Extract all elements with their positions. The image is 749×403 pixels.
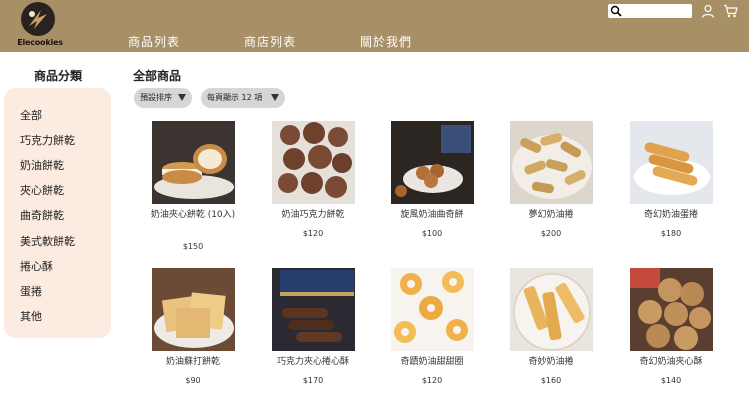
nav-product-list[interactable]: 商品列表 [128, 33, 180, 50]
search-box[interactable] [608, 4, 692, 18]
per-page-select[interactable]: 每頁顯示 12 項 [201, 88, 285, 108]
top-header: Elecookies 商品列表 商店列表 關於我們 [0, 0, 749, 52]
product-price: $140 [660, 376, 682, 385]
product-image[interactable] [152, 268, 235, 351]
product-image[interactable] [391, 268, 474, 351]
category-butter-cookies[interactable]: 奶油餅乾 [20, 157, 64, 173]
product-name[interactable]: 奇幻奶油蛋捲 [611, 209, 731, 222]
nav-store-list[interactable]: 商店列表 [244, 33, 296, 50]
product-name[interactable]: 奶油夾心餅乾 (10入) [133, 209, 253, 222]
product-price: $160 [540, 376, 562, 385]
product-name[interactable]: 奶油巧克力餅乾 [253, 209, 373, 222]
user-icon[interactable] [701, 4, 715, 18]
category-soft-cookies[interactable]: 美式軟餅乾 [20, 233, 75, 249]
product-image[interactable] [272, 121, 355, 204]
cart-icon[interactable] [723, 4, 738, 18]
product-card[interactable]: 奶油巧克力餅乾 $120 [253, 121, 363, 261]
category-egg-rolls[interactable]: 蛋捲 [20, 283, 42, 299]
product-card[interactable]: 奇蹟奶油甜甜圈 $120 [372, 268, 482, 403]
product-image[interactable] [510, 121, 593, 204]
product-name[interactable]: 奇幻奶油夾心酥 [611, 356, 731, 369]
product-image[interactable] [391, 121, 474, 204]
product-price: $100 [421, 229, 443, 238]
product-name[interactable]: 奇妙奶油捲 [491, 356, 611, 369]
product-price: $180 [660, 229, 682, 238]
chevron-down-icon [178, 94, 186, 101]
product-price: $120 [302, 229, 324, 238]
product-card[interactable]: 奶油蘇打餅乾 $90 [133, 268, 243, 403]
product-price: $200 [540, 229, 562, 238]
product-price: $120 [421, 376, 443, 385]
product-image[interactable] [152, 121, 235, 204]
category-all[interactable]: 全部 [20, 107, 42, 123]
product-name[interactable]: 奇蹟奶油甜甜圈 [372, 356, 492, 369]
product-card[interactable]: 奇幻奶油夾心酥 $140 [611, 268, 721, 403]
product-name[interactable]: 夢幻奶油捲 [491, 209, 611, 222]
product-card[interactable]: 奇幻奶油蛋捲 $180 [611, 121, 721, 261]
product-image[interactable] [630, 121, 713, 204]
product-card[interactable]: 奶油夾心餅乾 (10入) $150 [133, 121, 243, 261]
page-title: 全部商品 [133, 69, 182, 83]
category-sandwich-cookies[interactable]: 夾心餅乾 [20, 182, 64, 198]
product-card[interactable]: 夢幻奶油捲 $200 [491, 121, 601, 261]
sort-select-value: 預設排序 [140, 93, 172, 102]
category-wafer-rolls[interactable]: 捲心酥 [20, 258, 53, 274]
search-input[interactable] [624, 4, 690, 18]
product-image[interactable] [510, 268, 593, 351]
product-name[interactable]: 奶油蘇打餅乾 [133, 356, 253, 369]
category-sidebar: 全部 巧克力餅乾 奶油餅乾 夾心餅乾 曲奇餅乾 美式軟餅乾 捲心酥 蛋捲 其他 [4, 88, 111, 338]
logo-text: Elecookies [17, 38, 63, 47]
chevron-down-icon [271, 94, 279, 101]
product-name[interactable]: 巧克力夾心捲心酥 [253, 356, 373, 369]
logo-emblem [21, 2, 55, 36]
product-card[interactable]: 奇妙奶油捲 $160 [491, 268, 601, 403]
nav-about-us[interactable]: 關於我們 [360, 33, 412, 50]
product-price: $170 [302, 376, 324, 385]
product-card[interactable]: 巧克力夾心捲心酥 $170 [253, 268, 363, 403]
per-page-select-value: 每頁顯示 12 項 [207, 93, 263, 102]
product-price: $150 [182, 242, 204, 251]
product-image[interactable] [630, 268, 713, 351]
sort-select[interactable]: 預設排序 [134, 88, 192, 108]
product-name[interactable]: 旋風奶油曲奇餅 [372, 209, 492, 222]
category-chocolate-cookies[interactable]: 巧克力餅乾 [20, 132, 75, 148]
product-price: $90 [185, 376, 201, 385]
product-image[interactable] [272, 268, 355, 351]
category-title: 商品分類 [34, 69, 83, 83]
category-other[interactable]: 其他 [20, 308, 42, 324]
product-card[interactable]: 旋風奶油曲奇餅 $100 [372, 121, 482, 261]
search-icon[interactable] [610, 5, 622, 17]
logo[interactable]: Elecookies [12, 2, 64, 50]
category-cookies[interactable]: 曲奇餅乾 [20, 207, 64, 223]
